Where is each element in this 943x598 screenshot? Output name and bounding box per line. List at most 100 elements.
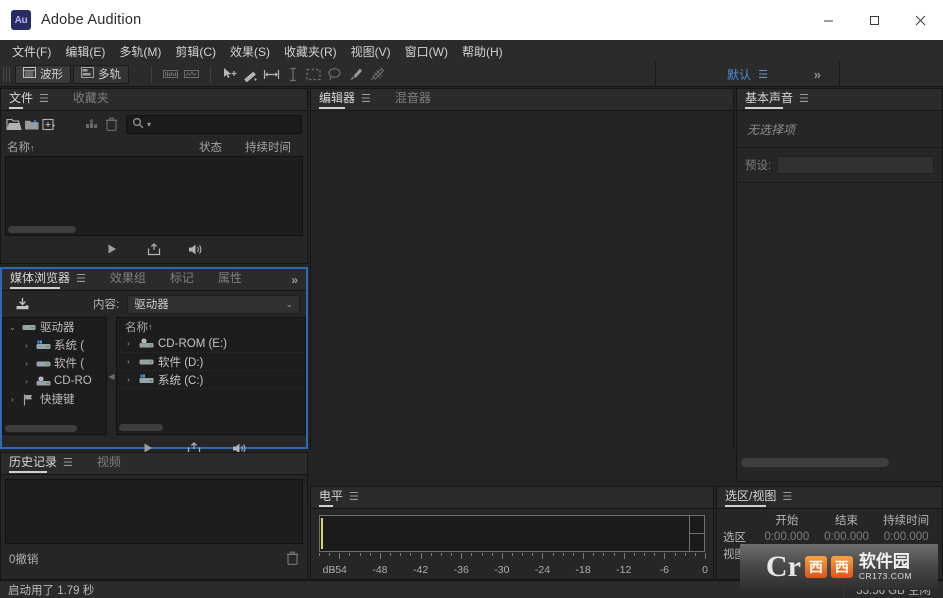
time-selection-tool-icon[interactable] xyxy=(282,64,303,84)
spectral-frequency-display-icon[interactable] xyxy=(160,64,181,84)
volume-icon[interactable] xyxy=(186,240,206,258)
clip-indicator-right[interactable] xyxy=(690,533,704,551)
chevron-down-icon[interactable]: ⌄ xyxy=(7,323,18,332)
files-horizontal-scrollbar[interactable] xyxy=(8,226,76,233)
sv-view-start[interactable]: 0:00.000 xyxy=(757,548,817,560)
marquee-selection-tool-icon[interactable] xyxy=(303,64,324,84)
selection-view-menu-icon[interactable]: ☰ xyxy=(782,491,792,503)
tree-item-software[interactable]: › 软件 ( xyxy=(3,354,106,372)
toolbar-grip[interactable] xyxy=(3,66,10,82)
tab-markers[interactable]: 标记 xyxy=(156,268,204,290)
sv-view-end[interactable]: 0:00.000 xyxy=(817,548,877,560)
content-select[interactable]: 驱动器 ⌄ xyxy=(127,294,300,314)
tab-essential-sound[interactable]: 基本声音 ☰ xyxy=(745,88,819,110)
new-file-icon[interactable] xyxy=(42,114,59,135)
menu-edit[interactable]: 编辑(E) xyxy=(58,40,112,63)
essential-sound-horizontal-scrollbar[interactable] xyxy=(741,457,889,467)
tab-favorites[interactable]: 收藏夹 xyxy=(59,88,119,110)
files-panel-menu-icon[interactable]: ☰ xyxy=(39,93,49,105)
sv-selection-duration[interactable]: 0:00.000 xyxy=(876,531,936,543)
chevron-right-icon[interactable]: › xyxy=(21,341,32,350)
menu-view[interactable]: 视图(V) xyxy=(344,40,398,63)
chevron-right-icon[interactable]: › xyxy=(123,339,134,348)
sv-selection-start[interactable]: 0:00.000 xyxy=(757,531,817,543)
menu-clip[interactable]: 剪辑(C) xyxy=(168,40,223,63)
level-meter[interactable]: dB -54 -48 -42 -36 -30 -24 -18 -12 -6 0 xyxy=(311,509,713,578)
paintbrush-selection-tool-icon[interactable] xyxy=(345,64,366,84)
tab-history[interactable]: 历史记录 ☰ xyxy=(9,452,83,474)
tab-selection-view[interactable]: 选区/视图 ☰ xyxy=(725,486,802,508)
menu-file[interactable]: 文件(F) xyxy=(5,40,58,63)
menu-multitrack[interactable]: 多轨(M) xyxy=(112,40,168,63)
essential-sound-menu-icon[interactable]: ☰ xyxy=(799,93,809,105)
editor-panel-menu-icon[interactable]: ☰ xyxy=(361,93,371,105)
media-browser-tabs-overflow-icon[interactable]: » xyxy=(291,273,306,290)
files-search-input[interactable] xyxy=(154,118,296,130)
clip-indicator-left[interactable] xyxy=(690,516,704,533)
minimize-button[interactable] xyxy=(805,0,851,40)
import-file-icon[interactable] xyxy=(24,114,40,135)
workspace-name[interactable]: 默认 xyxy=(727,66,751,83)
chevron-right-icon[interactable]: › xyxy=(123,375,134,384)
spectral-pitch-display-icon[interactable] xyxy=(181,64,202,84)
chevron-right-icon[interactable]: › xyxy=(21,359,32,368)
level-meter-box[interactable] xyxy=(319,515,705,552)
list-item[interactable]: › CD-ROM (E:) xyxy=(117,335,305,353)
level-panel-menu-icon[interactable]: ☰ xyxy=(349,491,359,503)
files-col-name[interactable]: 名称↑ xyxy=(7,139,199,155)
preset-select[interactable] xyxy=(777,156,934,174)
move-tool-icon[interactable] xyxy=(219,64,240,84)
tab-effects-rack[interactable]: 效果组 xyxy=(96,268,156,290)
tab-files[interactable]: 文件 ☰ xyxy=(9,88,59,110)
editor-canvas[interactable] xyxy=(311,111,733,471)
level-meter-clip-indicators[interactable] xyxy=(690,516,704,551)
tree-horizontal-scrollbar[interactable] xyxy=(5,425,77,432)
tab-properties[interactable]: 属性 xyxy=(204,268,252,290)
tree-item-shortcuts[interactable]: › 快捷键 xyxy=(3,390,106,408)
workspace-overflow-icon[interactable]: » xyxy=(814,67,821,82)
chevron-right-icon[interactable]: › xyxy=(7,395,18,404)
trash-icon[interactable] xyxy=(286,551,299,568)
tree-item-cdrom[interactable]: › CD-RO xyxy=(3,372,106,390)
media-browser-list[interactable]: 名称 ↑ › CD-ROM (E:) › 软件 (D:) › 系统 (C:) xyxy=(116,317,306,435)
close-selected-files-icon[interactable] xyxy=(105,114,118,135)
tree-item-drives[interactable]: ⌄ 驱动器 xyxy=(3,318,106,336)
menu-window[interactable]: 窗口(W) xyxy=(398,40,455,63)
history-list[interactable] xyxy=(5,479,303,544)
tab-editor[interactable]: 编辑器 ☰ xyxy=(319,88,381,110)
list-item[interactable]: › 软件 (D:) xyxy=(117,353,305,371)
history-panel-menu-icon[interactable]: ☰ xyxy=(63,457,73,469)
insert-into-multitrack-icon[interactable] xyxy=(85,114,103,135)
media-browser-tree[interactable]: ⌄ 驱动器 › 系统 ( › 软件 (› CD-RO › 快捷键 xyxy=(2,317,107,435)
spot-healing-brush-tool-icon[interactable] xyxy=(366,64,387,84)
open-file-icon[interactable] xyxy=(6,114,22,135)
tab-levels[interactable]: 电平 ☰ xyxy=(319,486,369,508)
files-list[interactable] xyxy=(5,156,303,236)
tab-media-browser[interactable]: 媒体浏览器 ☰ xyxy=(10,268,96,290)
workspace-switcher[interactable]: 默认 ☰ » xyxy=(655,62,840,87)
media-browser-menu-icon[interactable]: ☰ xyxy=(76,273,86,285)
menu-effects[interactable]: 效果(S) xyxy=(223,40,277,63)
files-search-box[interactable]: ▾ xyxy=(125,114,302,134)
media-list-column-header[interactable]: 名称 ↑ xyxy=(117,318,305,335)
list-item[interactable]: › 系统 (C:) xyxy=(117,371,305,389)
tab-mixer[interactable]: 混音器 xyxy=(381,88,441,110)
lasso-selection-tool-icon[interactable] xyxy=(324,64,345,84)
sv-view-duration[interactable]: 0:00.000 xyxy=(876,548,936,560)
multitrack-mode-button[interactable]: 多轨 xyxy=(73,64,129,84)
close-button[interactable] xyxy=(897,0,943,40)
razor-selected-clip-icon[interactable] xyxy=(261,64,282,84)
waveform-mode-button[interactable]: 波形 xyxy=(15,64,71,84)
menu-favorites[interactable]: 收藏夹(R) xyxy=(277,40,344,63)
sv-selection-end[interactable]: 0:00.000 xyxy=(817,531,877,543)
chevron-right-icon[interactable]: › xyxy=(21,377,32,386)
play-icon[interactable] xyxy=(102,240,122,258)
chevron-right-icon[interactable]: › xyxy=(123,357,134,366)
files-col-duration[interactable]: 持续时间 xyxy=(245,139,307,155)
slip-tool-icon[interactable] xyxy=(240,64,261,84)
auto-play-icon[interactable] xyxy=(144,240,164,258)
tab-video[interactable]: 视频 xyxy=(83,452,131,474)
import-icon[interactable] xyxy=(12,294,35,315)
workspace-menu-icon[interactable]: ☰ xyxy=(758,68,768,81)
media-list-horizontal-scrollbar[interactable] xyxy=(119,424,163,431)
